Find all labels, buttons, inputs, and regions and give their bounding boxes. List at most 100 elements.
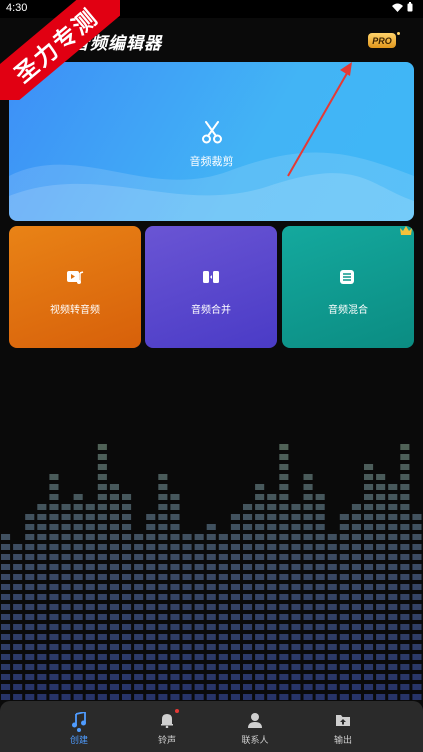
equalizer-cell: [412, 544, 422, 550]
nav-item-create[interactable]: 创建: [34, 701, 124, 752]
equalizer-cell: [25, 514, 35, 520]
equalizer-cell: [230, 514, 240, 520]
video-to-audio-label: 视频转音频: [50, 305, 100, 316]
equalizer-cell: [25, 574, 35, 580]
equalizer-cell: [109, 694, 119, 700]
equalizer-cell: [194, 644, 204, 650]
audio-cut-card[interactable]: 音频裁剪: [9, 62, 414, 221]
equalizer-cell: [243, 654, 253, 660]
equalizer-cell: [1, 614, 11, 620]
equalizer-cell: [122, 554, 132, 560]
equalizer-cell: [146, 674, 156, 680]
equalizer-cell: [37, 564, 47, 570]
equalizer-cell: [49, 544, 59, 550]
equalizer-cell: [255, 684, 265, 690]
equalizer-cell: [400, 554, 410, 560]
equalizer-cell: [97, 694, 107, 700]
equalizer-cell: [291, 544, 301, 550]
equalizer-cell: [109, 684, 119, 690]
equalizer-cell: [327, 594, 337, 600]
equalizer-cell: [61, 604, 71, 610]
equalizer-cell: [97, 624, 107, 630]
equalizer-cell: [73, 544, 83, 550]
equalizer-cell: [13, 664, 23, 670]
equalizer-cell: [109, 504, 119, 510]
equalizer-cell: [315, 564, 325, 570]
equalizer-cell: [400, 644, 410, 650]
audio-merge-label: 音频合并: [191, 305, 231, 316]
equalizer-cell: [291, 684, 301, 690]
equalizer-cell: [158, 594, 168, 600]
audio-mix-card[interactable]: 音频混合: [282, 226, 414, 348]
mix-icon: [340, 270, 354, 284]
nav-item-output[interactable]: 输出: [298, 701, 388, 752]
equalizer-cell: [327, 554, 337, 560]
equalizer-cell: [255, 634, 265, 640]
equalizer-cell: [13, 574, 23, 580]
equalizer-cell: [230, 544, 240, 550]
equalizer-cell: [134, 624, 144, 630]
equalizer-cell: [146, 544, 156, 550]
equalizer-cell: [291, 694, 301, 700]
equalizer-cell: [400, 664, 410, 670]
equalizer-cell: [218, 634, 228, 640]
equalizer-cell: [412, 604, 422, 610]
equalizer-cell: [279, 604, 289, 610]
equalizer-cell: [73, 684, 83, 690]
equalizer-cell: [146, 564, 156, 570]
equalizer-cell: [279, 454, 289, 460]
equalizer-cell: [61, 544, 71, 550]
equalizer-cell: [364, 694, 374, 700]
equalizer-cell: [49, 674, 59, 680]
equalizer-cell: [303, 604, 313, 610]
equalizer-cell: [146, 654, 156, 660]
equalizer-cell: [279, 684, 289, 690]
nav-item-contacts[interactable]: 联系人: [210, 701, 300, 752]
equalizer-cell: [49, 644, 59, 650]
equalizer-cell: [170, 624, 180, 630]
equalizer-cell: [97, 654, 107, 660]
nav-item-ringtone[interactable]: 铃声: [122, 701, 212, 752]
equalizer-cell: [49, 634, 59, 640]
equalizer-cell: [1, 564, 11, 570]
equalizer-cell: [146, 634, 156, 640]
equalizer-cell: [194, 574, 204, 580]
equalizer-cell: [158, 654, 168, 660]
equalizer-cell: [158, 534, 168, 540]
equalizer-cell: [376, 674, 386, 680]
equalizer-cell: [400, 534, 410, 540]
equalizer-cell: [109, 574, 119, 580]
equalizer-cell: [61, 514, 71, 520]
equalizer-cell: [351, 684, 361, 690]
equalizer-cell: [351, 694, 361, 700]
video-to-audio-card[interactable]: 视频转音频: [9, 226, 141, 348]
equalizer-cell: [388, 574, 398, 580]
equalizer-cell: [230, 664, 240, 670]
equalizer-cell: [327, 684, 337, 690]
equalizer-cell: [376, 484, 386, 490]
equalizer-cell: [97, 584, 107, 590]
equalizer-cell: [412, 654, 422, 660]
equalizer-cell: [351, 534, 361, 540]
equalizer-cell: [109, 594, 119, 600]
equalizer-cell: [1, 574, 11, 580]
equalizer-cell: [37, 614, 47, 620]
equalizer-cell: [13, 654, 23, 660]
equalizer-cell: [218, 584, 228, 590]
equalizer-cell: [206, 584, 216, 590]
equalizer-cell: [279, 694, 289, 700]
equalizer-cell: [37, 604, 47, 610]
equalizer-cell: [109, 614, 119, 620]
equalizer-cell: [206, 624, 216, 630]
equalizer-cell: [339, 694, 349, 700]
equalizer-cell: [339, 684, 349, 690]
equalizer-cell: [303, 694, 313, 700]
equalizer-cell: [109, 604, 119, 610]
equalizer-cell: [412, 694, 422, 700]
audio-merge-card[interactable]: 音频合并: [145, 226, 277, 348]
pro-badge-button[interactable]: PRO: [368, 33, 396, 48]
equalizer-cell: [25, 654, 35, 660]
audio-mix-label: 音频混合: [328, 305, 368, 316]
equalizer-cell: [388, 624, 398, 630]
equalizer-cell: [85, 624, 95, 630]
